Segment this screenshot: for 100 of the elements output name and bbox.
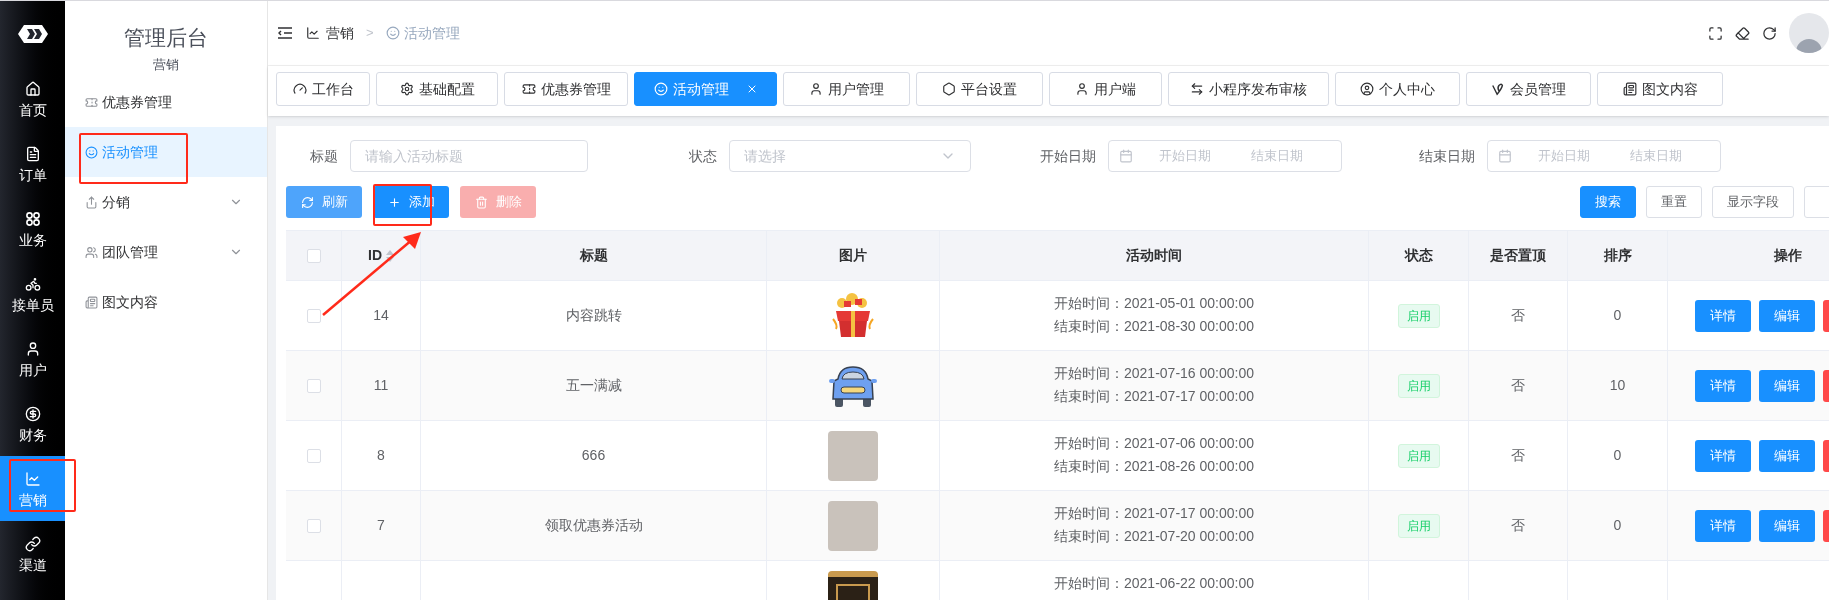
checkbox[interactable] bbox=[306, 448, 321, 463]
status-tag: 启用 bbox=[1397, 443, 1440, 468]
plus-icon bbox=[387, 195, 401, 209]
tab[interactable]: 基础配置 bbox=[376, 72, 498, 106]
annotation-box bbox=[373, 184, 432, 226]
tab[interactable]: 个人中心 bbox=[1335, 72, 1460, 106]
document-icon bbox=[24, 145, 41, 162]
tab[interactable]: 优惠券管理 bbox=[504, 72, 628, 106]
smile-icon bbox=[385, 26, 400, 40]
photo-placeholder bbox=[828, 430, 878, 481]
document-icon bbox=[1622, 82, 1637, 96]
title-input-field[interactable]: 请输入活动标题 bbox=[350, 140, 588, 172]
tab[interactable]: 小程序发布审核 bbox=[1168, 72, 1329, 106]
rail-item[interactable]: 首页 bbox=[0, 66, 65, 131]
table-cell-text: 8 bbox=[377, 446, 385, 465]
table-cell-text: 666 bbox=[581, 446, 606, 465]
column-header: 标题 bbox=[579, 246, 608, 265]
end-time-text: 结束时间：2021-07-17 00:00:00 bbox=[1054, 387, 1254, 406]
tab[interactable]: 图文内容 bbox=[1597, 72, 1723, 106]
app-title: 管理后台 bbox=[124, 24, 208, 51]
link-icon bbox=[24, 535, 41, 552]
tab[interactable]: 工作台 bbox=[276, 72, 370, 106]
tab[interactable]: 会员管理 bbox=[1466, 72, 1591, 106]
table-cell-text: 五一满减 bbox=[565, 376, 622, 395]
end-time-text: 结束时间：2021-08-26 00:00:00 bbox=[1054, 457, 1254, 476]
table-cell-text: 0 bbox=[1613, 516, 1622, 535]
sidebar-item[interactable]: 图文内容 bbox=[65, 277, 267, 327]
sidebar-item[interactable]: 分销 bbox=[65, 177, 267, 227]
rail-item[interactable]: 订单 bbox=[0, 131, 65, 196]
gauge-icon bbox=[292, 82, 307, 96]
checkbox[interactable] bbox=[306, 248, 321, 263]
hexagon-icon bbox=[942, 82, 956, 96]
rail-item[interactable]: 财务 bbox=[0, 391, 65, 456]
avatar[interactable] bbox=[1789, 13, 1829, 53]
table-cell-text: 10 bbox=[1609, 376, 1626, 395]
rail-item[interactable]: 渠道 bbox=[0, 521, 65, 586]
checkbox[interactable] bbox=[306, 308, 321, 323]
column-header: 状态 bbox=[1404, 246, 1433, 265]
toolbar-button[interactable]: 重置 bbox=[1646, 186, 1702, 218]
column-header: 图片 bbox=[839, 246, 867, 265]
table-cell-text: 内容跳转 bbox=[565, 306, 622, 325]
start-time-text: 开始时间：2021-07-17 00:00:00 bbox=[1054, 504, 1254, 523]
annotation-box bbox=[9, 459, 76, 512]
table-cell-text: 否 bbox=[1511, 376, 1525, 395]
filter-label: 结束日期 bbox=[1418, 146, 1476, 166]
sort-icon[interactable] bbox=[386, 248, 394, 263]
breadcrumb-link[interactable]: 营销 bbox=[326, 22, 354, 44]
column-header: 是否置顶 bbox=[1490, 246, 1546, 265]
end-time-text: 结束时间：2021-07-20 00:00:00 bbox=[1054, 527, 1254, 546]
team-icon bbox=[85, 245, 98, 259]
status-tag: 启用 bbox=[1397, 513, 1440, 538]
status-tag: 启用 bbox=[1397, 373, 1440, 398]
refresh-icon[interactable] bbox=[1762, 25, 1777, 41]
filter-label: 标题 bbox=[309, 146, 339, 166]
rail-item[interactable]: 业务 bbox=[0, 196, 65, 261]
end-time-text: 结束时间：2021-08-30 00:00:00 bbox=[1054, 317, 1254, 336]
tab[interactable]: 用户端 bbox=[1049, 72, 1162, 106]
document-icon bbox=[85, 295, 98, 309]
table-cell-text: 14 bbox=[373, 306, 389, 325]
calendar-icon bbox=[1498, 149, 1512, 163]
bicycle-icon bbox=[24, 275, 41, 292]
tab[interactable]: 平台设置 bbox=[916, 72, 1043, 106]
smile-icon bbox=[85, 145, 98, 159]
share-icon bbox=[85, 195, 98, 209]
table-cell-text: 否 bbox=[1511, 306, 1525, 325]
column-header: 操作 bbox=[1773, 246, 1802, 265]
column-header: 活动时间 bbox=[1126, 246, 1182, 265]
refresh-icon bbox=[300, 195, 314, 209]
table-cell-text: 7 bbox=[377, 516, 385, 535]
fullscreen-icon[interactable] bbox=[1708, 25, 1723, 41]
checkbox[interactable] bbox=[306, 518, 321, 533]
table-cell-text: 否 bbox=[1511, 446, 1525, 465]
start-time-text: 开始时间：2021-07-06 00:00:00 bbox=[1054, 434, 1254, 453]
house-icon bbox=[24, 80, 41, 97]
logo-icon bbox=[17, 24, 48, 43]
start-time-text: 开始时间：2021-07-16 00:00:00 bbox=[1054, 364, 1254, 383]
column-header: ID bbox=[368, 246, 382, 265]
start-time-text: 开始时间：2021-06-22 00:00:00 bbox=[1054, 574, 1254, 593]
breadcrumb-separator: > bbox=[366, 24, 374, 43]
toolbar-button[interactable]: 显示字段 bbox=[1712, 186, 1794, 218]
tab[interactable]: 用户管理 bbox=[783, 72, 910, 106]
settings-icon bbox=[399, 82, 414, 96]
table-cell-text: 0 bbox=[1613, 446, 1622, 465]
rail-item[interactable]: 接单员 bbox=[0, 261, 65, 326]
sidebar-item[interactable]: 团队管理 bbox=[65, 227, 267, 277]
user-pin-icon bbox=[1360, 82, 1374, 96]
v-logo-icon bbox=[1491, 82, 1505, 96]
ticket-icon bbox=[85, 95, 98, 109]
trash-icon bbox=[474, 195, 488, 209]
user-icon bbox=[1075, 82, 1089, 96]
rail-item[interactable]: 用户 bbox=[0, 326, 65, 391]
eraser-icon[interactable] bbox=[1735, 25, 1750, 41]
calendar-icon bbox=[1119, 149, 1133, 163]
sidebar-item[interactable]: 优惠券管理 bbox=[65, 77, 267, 127]
swap-icon bbox=[1190, 82, 1204, 96]
ticket-icon bbox=[521, 82, 536, 96]
filter-label: 状态 bbox=[688, 146, 718, 166]
checkbox[interactable] bbox=[306, 378, 321, 393]
photo-placeholder bbox=[828, 500, 878, 551]
column-header: 排序 bbox=[1603, 246, 1632, 265]
